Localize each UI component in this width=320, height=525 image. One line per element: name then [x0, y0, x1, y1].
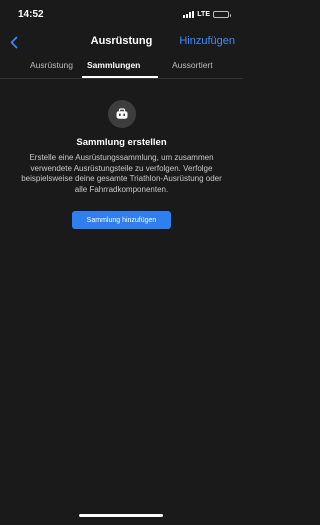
empty-state-title: Sammlung erstellen — [76, 137, 167, 148]
home-indicator — [79, 514, 163, 517]
gear-collection-icon — [107, 100, 136, 128]
tab-sammlungen[interactable]: Sammlungen — [87, 60, 140, 70]
bag-icon — [116, 108, 127, 119]
network-type: LTE — [197, 10, 210, 18]
empty-state-description: Erstelle eine Ausrüstungssammlung, um zu… — [21, 153, 222, 194]
status-bar: 14:52 LTE — [0, 0, 243, 28]
add-collection-button[interactable]: Sammlung hinzufügen — [72, 211, 171, 229]
tabs-divider — [0, 78, 243, 79]
status-indicators: LTE — [183, 10, 231, 18]
back-button[interactable] — [6, 33, 22, 51]
empty-state: Sammlung erstellen Erstelle eine Ausrüst… — [0, 100, 243, 229]
add-button[interactable]: Hinzufügen — [179, 35, 235, 47]
tab-bar: Ausrüstung Sammlungen Aussortiert — [0, 56, 243, 78]
tab-aussortiert[interactable]: Aussortiert — [172, 60, 213, 70]
tab-ausruestung[interactable]: Ausrüstung — [30, 60, 73, 70]
status-time: 14:52 — [18, 8, 44, 20]
signal-icon — [183, 10, 195, 18]
chevron-left-icon — [10, 36, 18, 48]
nav-bar: Ausrüstung Hinzufügen — [0, 28, 243, 56]
battery-icon — [213, 10, 231, 18]
